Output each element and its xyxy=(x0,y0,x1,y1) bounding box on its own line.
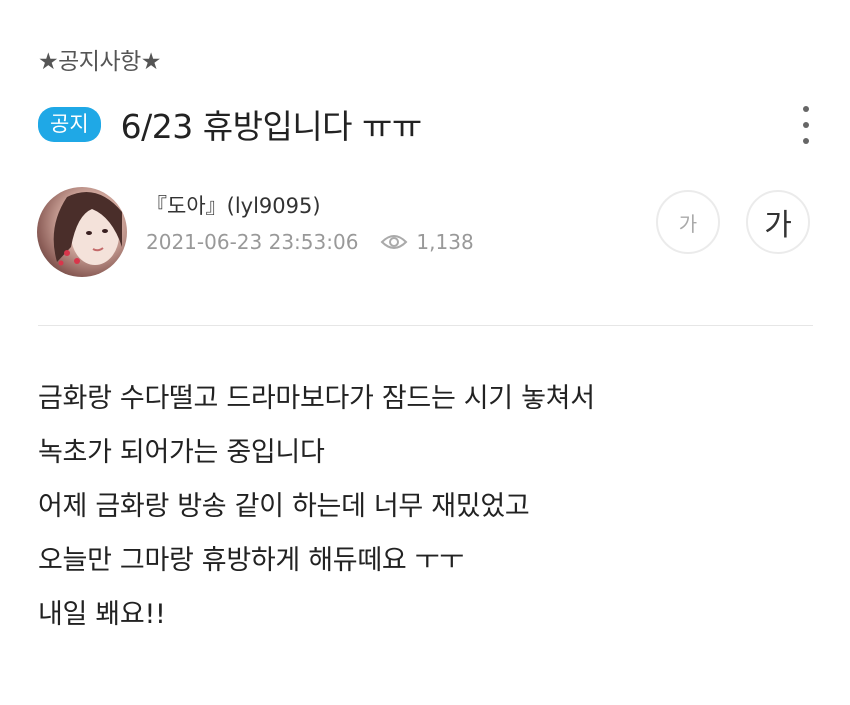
avatar-image xyxy=(53,192,122,266)
post-meta: 2021-06-23 23:53:06 1,138 xyxy=(146,230,474,254)
font-size-small-button[interactable]: 가 xyxy=(656,190,720,254)
author-name[interactable]: 『도아』(lyl9095) xyxy=(146,190,321,220)
more-dot xyxy=(803,122,809,128)
body-line: 어제 금화랑 방송 같이 하는데 너무 재밌었고 xyxy=(38,491,530,522)
divider xyxy=(38,325,813,326)
eye-icon xyxy=(380,233,408,251)
post-datetime: 2021-06-23 23:53:06 xyxy=(146,230,359,254)
more-dot xyxy=(803,138,809,144)
body-line: 금화랑 수다떨고 드라마보다가 잠드는 시기 놓쳐서 xyxy=(38,383,595,414)
view-count: 1,138 xyxy=(416,230,474,254)
author-avatar[interactable] xyxy=(37,187,127,277)
body-line: 녹초가 되어가는 중입니다 xyxy=(38,437,325,468)
board-category[interactable]: ★공지사항★ xyxy=(38,42,161,76)
post-title: 6/23 휴방입니다 ㅠㅠ xyxy=(120,107,423,146)
body-line: 내일 봬요!! xyxy=(38,599,166,630)
body-line: 오늘만 그마랑 휴방하게 해듀떼요 ㅜㅜ xyxy=(38,545,464,576)
notice-badge: 공지 xyxy=(38,106,101,142)
font-size-large-button[interactable]: 가 xyxy=(746,190,810,254)
more-options-button[interactable] xyxy=(795,104,817,146)
more-vertical-icon xyxy=(803,106,809,112)
post-body: 금화랑 수다떨고 드라마보다가 잠드는 시기 놓쳐서 녹초가 되어가는 중입니다… xyxy=(38,372,595,642)
post-title-row: 공지 6/23 휴방입니다 ㅠㅠ xyxy=(38,98,422,150)
